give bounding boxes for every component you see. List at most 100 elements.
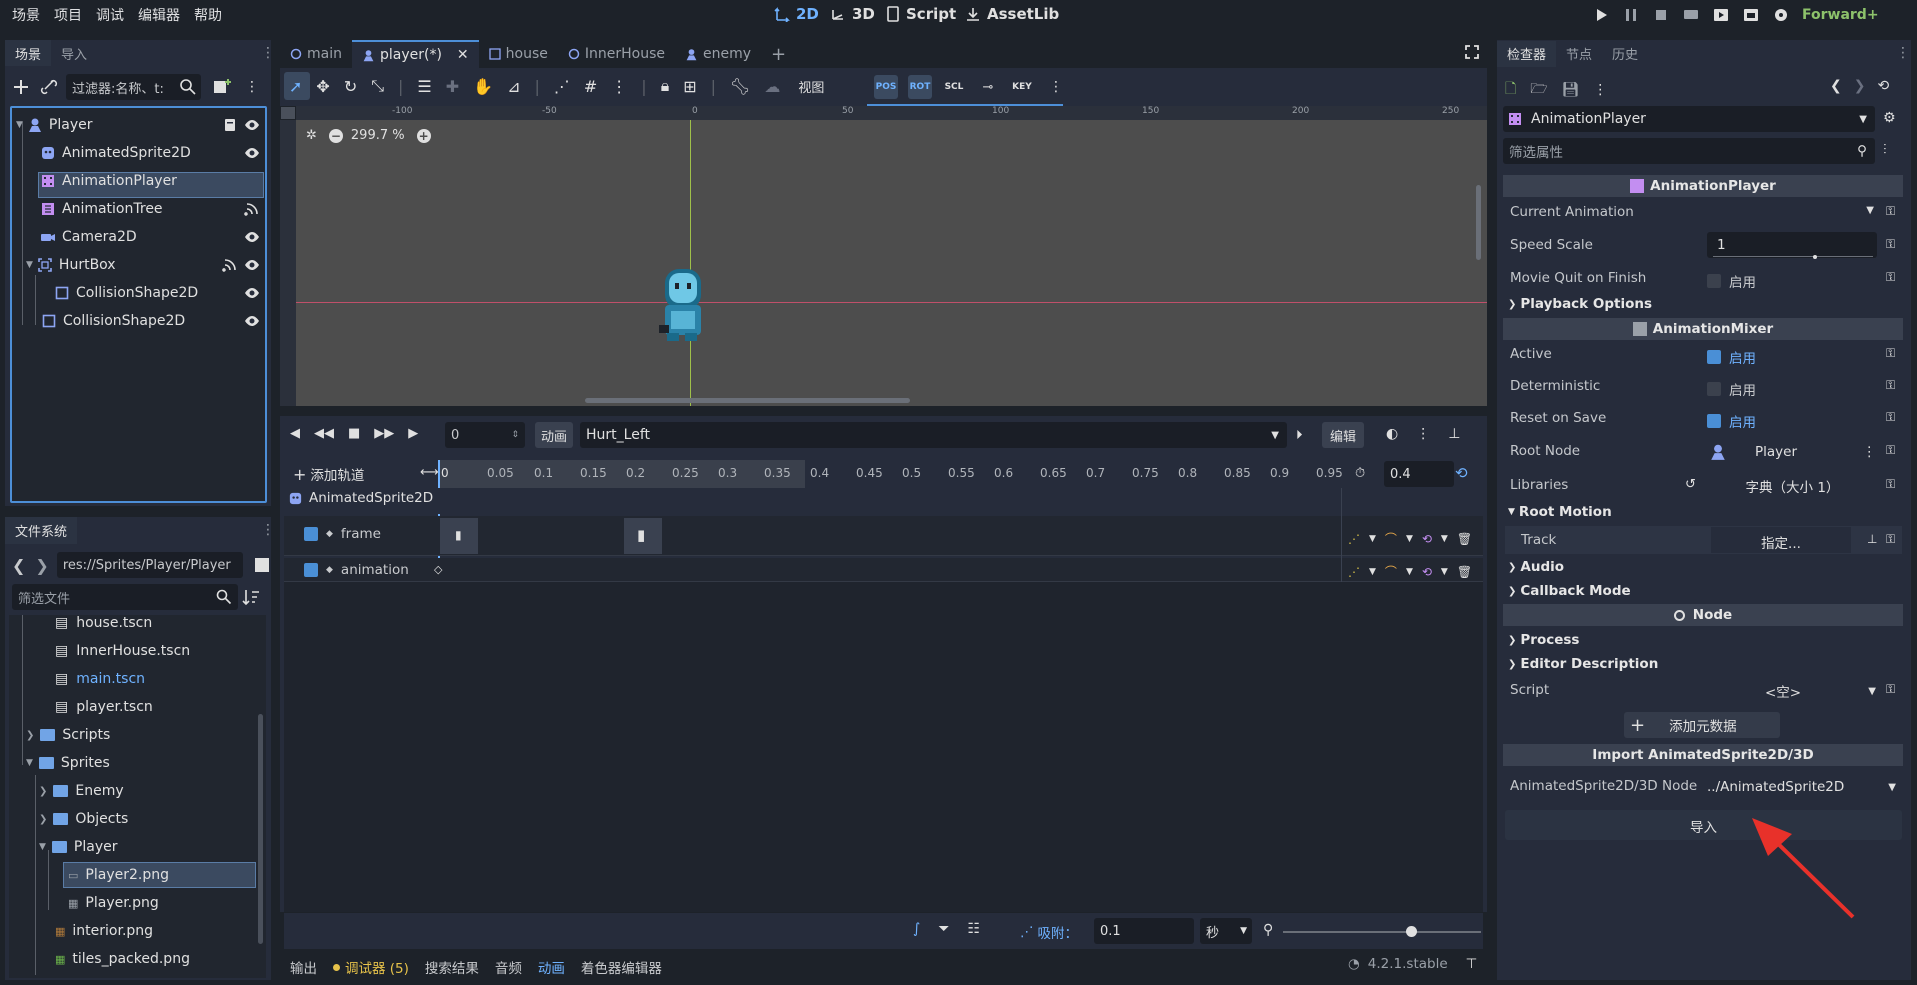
keyframe-diamond[interactable]: ◇ <box>434 563 442 576</box>
view-menu[interactable]: 视图 <box>798 77 824 96</box>
save-resource-icon[interactable]: 💾︎ <box>1562 82 1580 98</box>
distraction-free-icon[interactable] <box>1464 44 1480 60</box>
snap-unit-select[interactable]: 秒 ▼ <box>1200 918 1252 944</box>
file-item[interactable]: ▦ interior.png <box>55 918 153 944</box>
fit-timeline-icon[interactable]: ⟷ <box>420 465 439 480</box>
select-tool-icon[interactable]: ➚ <box>289 77 302 96</box>
loop-wrap-icon[interactable]: ⟲ <box>1422 532 1432 546</box>
scale-tool-icon[interactable]: ⤡ <box>371 76 384 96</box>
instance-scene-icon[interactable] <box>211 76 233 98</box>
player-sprite[interactable] <box>655 265 711 343</box>
prop-reset-on-save-checkbox[interactable]: 启用 <box>1707 411 1756 431</box>
timeline-zoom-handle[interactable] <box>1406 926 1417 937</box>
anim-time-input[interactable]: 0 ⇕ <box>445 422 525 448</box>
track-enable-checkbox[interactable] <box>304 563 318 577</box>
chevron-down-icon[interactable]: ▼ <box>26 260 33 270</box>
tab-audio[interactable]: 音频 <box>495 957 522 977</box>
file-item[interactable]: ▤ house.tscn <box>55 610 152 636</box>
tree-node-collisionshape2d[interactable]: CollisionShape2D <box>42 308 185 334</box>
add-tab-icon[interactable]: + <box>761 44 796 65</box>
key-scale-icon[interactable]: SCL <box>942 75 966 99</box>
pivot-tool-icon[interactable]: ✚ <box>446 77 459 96</box>
object-properties-icon[interactable]: ⚙︎ <box>1883 110 1896 126</box>
remote-debug-icon[interactable] <box>1682 6 1700 24</box>
tab-output[interactable]: 输出 <box>290 957 317 977</box>
visibility-eye-icon[interactable] <box>244 229 260 245</box>
canvas-vscroll[interactable] <box>1476 185 1481 260</box>
group-process[interactable]: ❯ Process <box>1508 632 1579 648</box>
snap-toggle[interactable]: ⋰ 吸附： <box>1020 922 1078 942</box>
loop-icon[interactable]: ⟲ <box>1455 464 1468 482</box>
update-mode-icon[interactable]: ⋰ <box>1348 565 1360 579</box>
movie-maker-icon[interactable] <box>1772 6 1790 24</box>
menu-scene[interactable]: 场景 <box>12 5 40 25</box>
track-row-animation[interactable] <box>284 558 1483 582</box>
folder-item[interactable]: ▼ Sprites <box>26 750 110 776</box>
filesystem-menu-icon[interactable]: ⋮ <box>261 522 275 538</box>
move-tool-icon[interactable]: ✥ <box>316 77 329 96</box>
key-rotation-icon[interactable]: ROT <box>908 75 932 99</box>
prop-speed-scale-input[interactable]: 1 <box>1707 232 1877 258</box>
smart-snap-icon[interactable]: ⋰ <box>554 77 570 96</box>
file-item[interactable]: ▭ Player2.png <box>68 862 169 888</box>
loop-wrap-icon[interactable]: ⟲ <box>1422 565 1432 579</box>
keyframe-key-icon[interactable]: ⚿ <box>1886 532 1895 547</box>
speed-scale-slider-handle[interactable] <box>1813 255 1817 259</box>
chevron-down-icon[interactable]: ▼ <box>1441 567 1448 577</box>
revert-icon[interactable]: ↺ <box>1685 477 1696 492</box>
key-auto-icon[interactable]: KEY <box>1010 75 1034 99</box>
speed-scale-slider[interactable] <box>1713 256 1873 257</box>
tab-history[interactable]: 历史 <box>1602 41 1648 67</box>
prop-current-animation-select[interactable]: ▼ <box>1705 201 1880 225</box>
onion-skin-icon[interactable]: ◐ <box>1386 426 1398 442</box>
workspace-script-button[interactable]: Script <box>886 5 956 23</box>
signal-icon[interactable] <box>222 257 238 273</box>
keyframe-key-icon[interactable]: ⚿ <box>1886 443 1895 458</box>
pin-icon[interactable]: ⊥ <box>1867 532 1877 546</box>
autoplay-icon[interactable]: ⏵︎ <box>1296 428 1303 443</box>
visibility-eye-icon[interactable] <box>244 257 260 273</box>
animation-menu-button[interactable]: 动画 <box>535 422 574 448</box>
tab-player[interactable]: player(*) ✕ <box>351 40 479 68</box>
prop-script-value[interactable]: <空> ▼ <box>1705 678 1880 704</box>
track-list-icon[interactable]: ☷ <box>968 921 981 937</box>
group-root-motion[interactable]: ▼ Root Motion <box>1508 504 1612 520</box>
anim-edit-button[interactable]: 编辑 <box>1322 422 1365 448</box>
prop-active-checkbox[interactable]: 启用 <box>1707 347 1756 367</box>
tab-debugger[interactable]: 调试器 (5) <box>333 957 409 977</box>
canvas-area[interactable] <box>296 120 1487 406</box>
keyframe-key-icon[interactable]: ⚿ <box>1886 346 1895 361</box>
pause-icon[interactable] <box>1622 6 1640 24</box>
prop-track-assign-button[interactable]: 指定... <box>1711 527 1851 553</box>
pin-icon[interactable]: ⊥ <box>1448 426 1460 442</box>
scene-more-icon[interactable]: ⋮ <box>245 79 259 95</box>
keyframe-key-icon[interactable]: ⚿ <box>1886 237 1895 252</box>
add-node-icon[interactable] <box>10 76 32 98</box>
chevron-down-icon[interactable]: ▼ <box>1369 534 1376 544</box>
play-icon[interactable]: ▶ <box>408 426 418 441</box>
track-enable-checkbox[interactable] <box>304 527 318 541</box>
file-tree-scrollbar[interactable] <box>258 714 263 944</box>
list-select-icon[interactable]: ☰ <box>417 77 431 96</box>
tree-node-player[interactable]: ▼ Player <box>16 112 93 138</box>
chevron-right-icon[interactable]: ❯ <box>39 814 47 825</box>
keyframe-key-icon[interactable]: ⚿ <box>1886 270 1895 285</box>
timeline-zoom-slider[interactable] <box>1283 931 1481 933</box>
property-filter-input[interactable]: 筛选属性 ⚲ <box>1503 138 1875 164</box>
new-resource-icon[interactable]: 🗋︎ <box>1505 78 1516 102</box>
visibility-eye-icon[interactable] <box>244 117 260 133</box>
folder-item[interactable]: ❯ Scripts <box>26 722 110 748</box>
tree-node-camera2d[interactable]: Camera2D <box>40 224 137 250</box>
menu-project[interactable]: 项目 <box>54 5 82 25</box>
zoom-level[interactable]: 299.7 % <box>351 128 405 143</box>
tree-node-animatedsprite2d[interactable]: AnimatedSprite2D <box>40 140 191 166</box>
tab-search-results[interactable]: 搜索结果 <box>425 957 479 977</box>
inspector-menu-icon[interactable]: ⋮ <box>1896 45 1910 61</box>
stop-icon[interactable] <box>1652 6 1670 24</box>
canvas-hscroll[interactable] <box>585 398 910 403</box>
play-backwards-icon[interactable]: ◀ <box>290 426 300 441</box>
expand-panel-icon[interactable]: ⊤ <box>1466 956 1478 972</box>
signal-icon[interactable] <box>244 201 260 217</box>
menu-editor[interactable]: 编辑器 <box>138 5 180 25</box>
anim-length-input[interactable]: 0.4 <box>1384 461 1454 487</box>
